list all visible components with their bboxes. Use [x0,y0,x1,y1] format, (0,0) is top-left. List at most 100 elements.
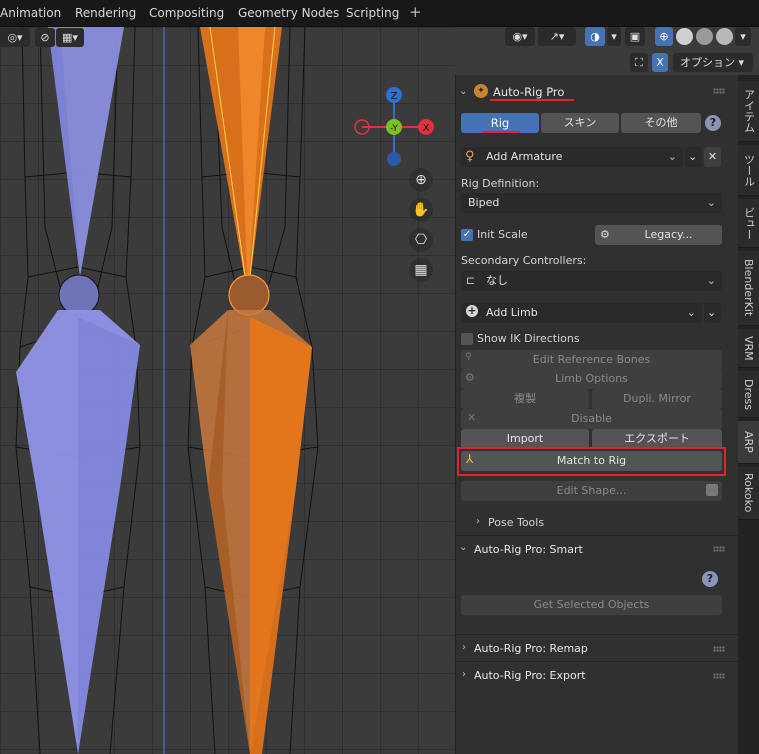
panel-title: Auto-Rig Pro [493,85,565,99]
plus-icon: + [466,304,478,317]
dupli-mirror-button[interactable]: Dupli. Mirror [592,389,722,409]
3d-viewport[interactable]: ◎▾ ⊘ ▦▾ ◉▾ Z X -Y ⊕ ✋ ⎔ ▦ [0,27,455,754]
tab-skin[interactable]: スキン [541,113,619,133]
gizmo-y-label: -Y [390,124,398,134]
armature-options-dropdown[interactable]: ⌄ [685,147,702,167]
viewport-select-icon[interactable]: ◎▾ [0,28,30,47]
help-icon[interactable]: ? [705,115,721,131]
side-tab-blenderkit[interactable]: BlenderKit [738,251,759,326]
solid-shading-icon[interactable] [676,28,693,45]
limb-options-button[interactable]: Limb Options [461,369,722,389]
add-limb-label: Add Limb [486,306,538,319]
joint-left [58,274,100,316]
snap-icon[interactable]: ⊘ [35,28,55,47]
add-workspace-button[interactable]: + [409,3,422,21]
drag-grip-icon[interactable] [713,673,725,679]
tab-geometry-nodes[interactable]: Geometry Nodes [238,6,339,20]
pivot-icon[interactable]: ⛶ [630,53,648,72]
camera-icon[interactable]: ⎔ [409,228,433,252]
gizmo-x-label: X [423,123,430,134]
expand-chevron-icon[interactable]: › [462,669,466,680]
expand-chevron-icon[interactable]: › [476,516,480,527]
export-title[interactable]: Auto-Rig Pro: Export [474,669,586,682]
header-right: ◉▾ ↗▾ ◑ ▾ ▣ ⊕ ▾ ⛶ X オプション ▾ [455,27,759,75]
drag-grip-icon[interactable] [713,546,725,552]
drag-grip-icon[interactable] [713,88,725,94]
highlight-box-match-to-rig [457,447,726,476]
material-shading-icon[interactable] [696,28,713,45]
options-dropdown[interactable]: オプション ▾ [673,53,753,72]
side-tab-tool[interactable]: ツール [738,145,759,196]
mirror-copy-button[interactable]: 複製 [461,389,589,409]
bones-icon: ⚲ [465,352,472,362]
overlay-icon[interactable]: ◑ [585,27,605,46]
tab-rendering[interactable]: Rendering [75,6,136,20]
rig-definition-label: Rig Definition: [461,177,540,190]
add-limb-dropdown[interactable]: Add Limb ⌄ [461,303,702,323]
rendered-shading-icon[interactable] [716,28,733,45]
hand-pan-icon[interactable]: ✋ [409,198,433,222]
drag-grip-icon[interactable] [713,646,725,652]
side-tab-arp[interactable]: ARP [738,421,759,464]
pose-tools-label[interactable]: Pose Tools [488,516,544,529]
x-mirror-button[interactable]: X [652,53,668,72]
chevron-down-icon: ⌄ [706,274,716,287]
limb-options-dropdown[interactable]: ⌄ [704,303,721,323]
secondary-controllers-label: Secondary Controllers: [461,254,587,267]
import-button[interactable]: Import [461,429,589,449]
chevron-down-icon: ⌄ [706,196,716,209]
xray-icon[interactable]: ▣ [625,27,645,46]
wireframe-shading-icon[interactable]: ⊕ [655,27,673,46]
close-x-icon: ✕ [467,411,477,424]
side-tab-view[interactable]: ビュー [738,199,759,248]
help-icon[interactable]: ? [702,571,718,587]
ortho-grid-icon[interactable]: ▦ [409,258,433,282]
close-icon[interactable]: ✕ [704,147,721,167]
tab-misc[interactable]: その他 [621,113,701,133]
divider [455,634,738,635]
add-armature-dropdown[interactable]: Add Armature ⌄ [461,147,683,167]
side-tab-rokoko[interactable]: Rokoko [738,467,759,520]
smart-title[interactable]: Auto-Rig Pro: Smart [474,543,583,556]
rig-definition-value: Biped [468,196,500,209]
sidebar-tabs: アイテム ツール ビュー BlenderKit VRM Dress ARP Ro… [738,75,759,754]
grid-icon[interactable]: ▦▾ [56,28,84,47]
secondary-controllers-select[interactable]: なし ⌄ [461,271,722,291]
divider [455,661,738,662]
auto-rig-pro-icon: ✦ [474,84,488,98]
edit-shape-button[interactable]: Edit Shape... [461,481,722,501]
init-scale-checkbox[interactable]: ✓ [461,229,473,241]
zoom-icon[interactable]: ⊕ [409,168,433,192]
highlight-underline-title [490,99,574,101]
legacy-label: Legacy... [644,228,693,241]
show-ik-label: Show IK Directions [477,332,580,345]
gears-icon-dim: ⚙ [465,371,475,384]
tab-rig[interactable]: Rig [461,113,539,133]
edit-reference-bones-button[interactable]: Edit Reference Bones [461,350,722,370]
rig-definition-select[interactable]: Biped ⌄ [461,193,722,213]
export-button[interactable]: エクスポート [592,429,722,449]
secondary-value: なし [486,274,508,287]
side-tab-dress[interactable]: Dress [738,371,759,418]
highlight-underline-rig [482,131,520,133]
side-tab-vrm[interactable]: VRM [738,329,759,368]
collapse-chevron-icon[interactable]: ⌄ [459,542,467,553]
curve-icon: ⊏ [466,274,476,287]
workspace-bar: Animation Rendering Compositing Geometry… [0,0,759,27]
get-selected-objects-button[interactable]: Get Selected Objects [461,595,722,615]
legacy-button[interactable]: Legacy... [595,225,722,245]
divider [455,535,738,536]
tab-compositing[interactable]: Compositing [149,6,224,20]
collapse-chevron-icon[interactable]: ⌄ [459,86,467,97]
show-ik-checkbox[interactable] [461,333,473,345]
gizmo-toggle-icon[interactable]: ↗▾ [538,27,576,46]
side-tab-item[interactable]: アイテム [738,81,759,142]
tab-scripting[interactable]: Scripting [346,6,399,20]
expand-chevron-icon[interactable]: › [462,642,466,653]
overlay-dropdown-icon[interactable]: ▾ [607,27,621,46]
eye-visibility-icon[interactable]: ◉▾ [505,27,535,46]
remap-title[interactable]: Auto-Rig Pro: Remap [474,642,588,655]
disable-button[interactable]: Disable [461,409,722,429]
tab-animation[interactable]: Animation [0,6,61,20]
shading-dropdown-icon[interactable]: ▾ [735,27,751,46]
